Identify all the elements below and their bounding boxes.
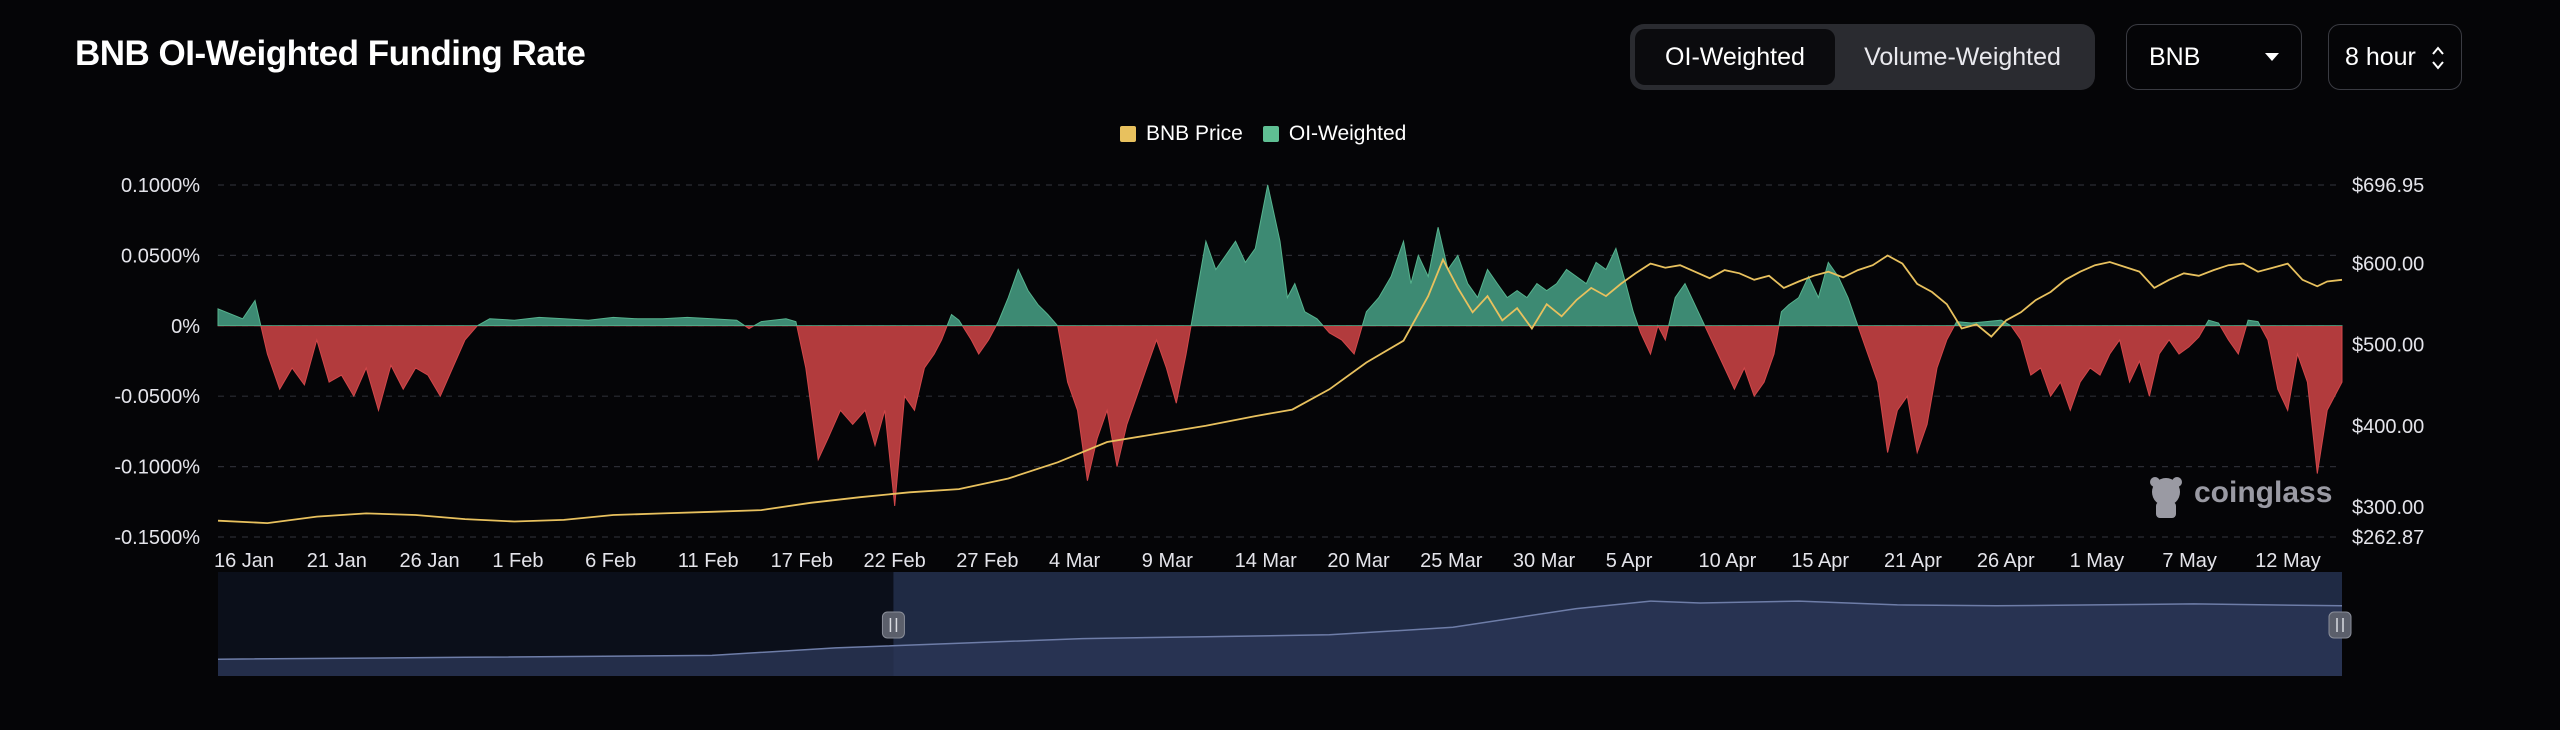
navigator-handle-left[interactable] — [881, 611, 905, 639]
x-tick-label: 25 Mar — [1420, 550, 1483, 572]
y-left-tick-label: -0.0500% — [114, 386, 200, 408]
y-right-tick-label: $262.87 — [2352, 527, 2424, 549]
x-tick-label: 11 Feb — [678, 550, 739, 572]
y-left-tick-label: 0.0500% — [121, 245, 200, 267]
x-tick-label: 16 Jan — [214, 550, 274, 572]
x-tick-label: 27 Feb — [956, 550, 1018, 572]
y-left-tick-label: -0.1500% — [114, 527, 200, 549]
y-left-tick-label: -0.1000% — [114, 457, 200, 479]
grid-lines — [218, 184, 2342, 538]
y-axis-right: $696.95 $600.00 $500.00 $400.00 $300.00 $262.… — [2352, 175, 2424, 549]
navigator-handle-right[interactable] — [2328, 611, 2352, 639]
x-tick-label: 21 Jan — [307, 550, 367, 572]
navigator-grip — [2328, 611, 2352, 639]
x-tick-label: 4 Mar — [1049, 550, 1100, 572]
x-tick-label: 5 Apr — [1606, 550, 1653, 572]
y-right-tick-label: $600.00 — [2352, 254, 2424, 276]
y-right-tick-label: $400.00 — [2352, 416, 2424, 438]
x-tick-label: 12 May — [2255, 550, 2321, 572]
y-left-tick-label: 0% — [171, 316, 200, 338]
y-axis-left: 0.1000% 0.0500% 0% -0.0500% -0.1000% -0.1500% — [114, 175, 200, 549]
funding-rate-chart: 0.1000% 0.0500% 0% -0.0500% -0.1000% -0.1500%… — [114, 175, 2424, 676]
watermark-text: coinglass — [2194, 476, 2332, 509]
range-navigator[interactable] — [217, 572, 2352, 676]
x-tick-label: 26 Jan — [400, 550, 460, 572]
coinglass-watermark: coinglass — [2150, 476, 2332, 518]
coinglass-logo-icon — [2150, 477, 2182, 518]
x-tick-label: 26 Apr — [1977, 550, 2035, 572]
x-tick-label: 6 Feb — [585, 550, 636, 572]
x-tick-label: 15 Apr — [1791, 550, 1849, 572]
y-right-tick-label: $300.00 — [2352, 497, 2424, 519]
x-tick-label: 17 Feb — [771, 550, 833, 572]
y-right-tick-label: $696.95 — [2352, 175, 2424, 197]
y-right-tick-label: $500.00 — [2352, 335, 2424, 357]
x-axis: 16 Jan 21 Jan 26 Jan 1 Feb 6 Feb 11 Feb 17 Feb… — [214, 550, 2321, 572]
x-tick-label: 10 Apr — [1698, 550, 1756, 572]
x-tick-label: 7 May — [2162, 550, 2216, 572]
x-tick-label: 14 Mar — [1235, 550, 1298, 572]
navigator-grip — [881, 611, 905, 639]
x-tick-label: 21 Apr — [1884, 550, 1942, 572]
x-tick-label: 20 Mar — [1327, 550, 1390, 572]
x-tick-label: 1 Feb — [492, 550, 543, 572]
x-tick-label: 1 May — [2070, 550, 2124, 572]
y-left-tick-label: 0.1000% — [121, 175, 200, 197]
oi-weighted-negative-area — [217, 326, 2343, 507]
x-tick-label: 30 Mar — [1513, 550, 1576, 572]
x-tick-label: 22 Feb — [863, 550, 925, 572]
x-tick-label: 9 Mar — [1142, 550, 1193, 572]
